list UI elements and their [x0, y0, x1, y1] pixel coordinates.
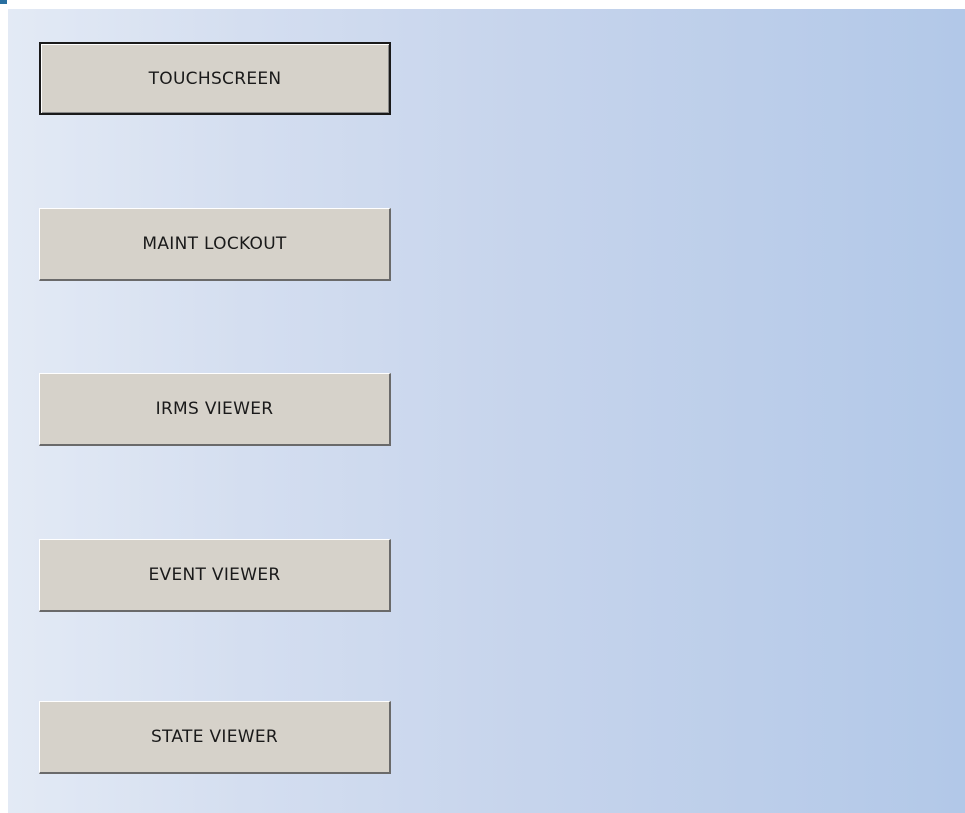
- state-viewer-button[interactable]: STATE VIEWER: [39, 701, 391, 774]
- touchscreen-button[interactable]: TOUCHSCREEN: [39, 42, 391, 115]
- maint-lockout-button-label: MAINT LOCKOUT: [142, 234, 287, 254]
- state-viewer-button-label: STATE VIEWER: [150, 727, 279, 747]
- event-viewer-button[interactable]: EVENT VIEWER: [39, 539, 391, 612]
- window-top-strip: [0, 0, 965, 9]
- irms-viewer-button-label: IRMS VIEWER: [155, 399, 274, 419]
- event-viewer-button-label: EVENT VIEWER: [148, 565, 281, 585]
- maint-lockout-button[interactable]: MAINT LOCKOUT: [39, 208, 391, 281]
- corner-accent-mark: [0, 0, 7, 4]
- irms-viewer-button[interactable]: IRMS VIEWER: [39, 373, 391, 446]
- touchscreen-button-label: TOUCHSCREEN: [148, 68, 282, 89]
- launcher-panel: TOUCHSCREEN MAINT LOCKOUT IRMS VIEWER EV…: [8, 9, 965, 813]
